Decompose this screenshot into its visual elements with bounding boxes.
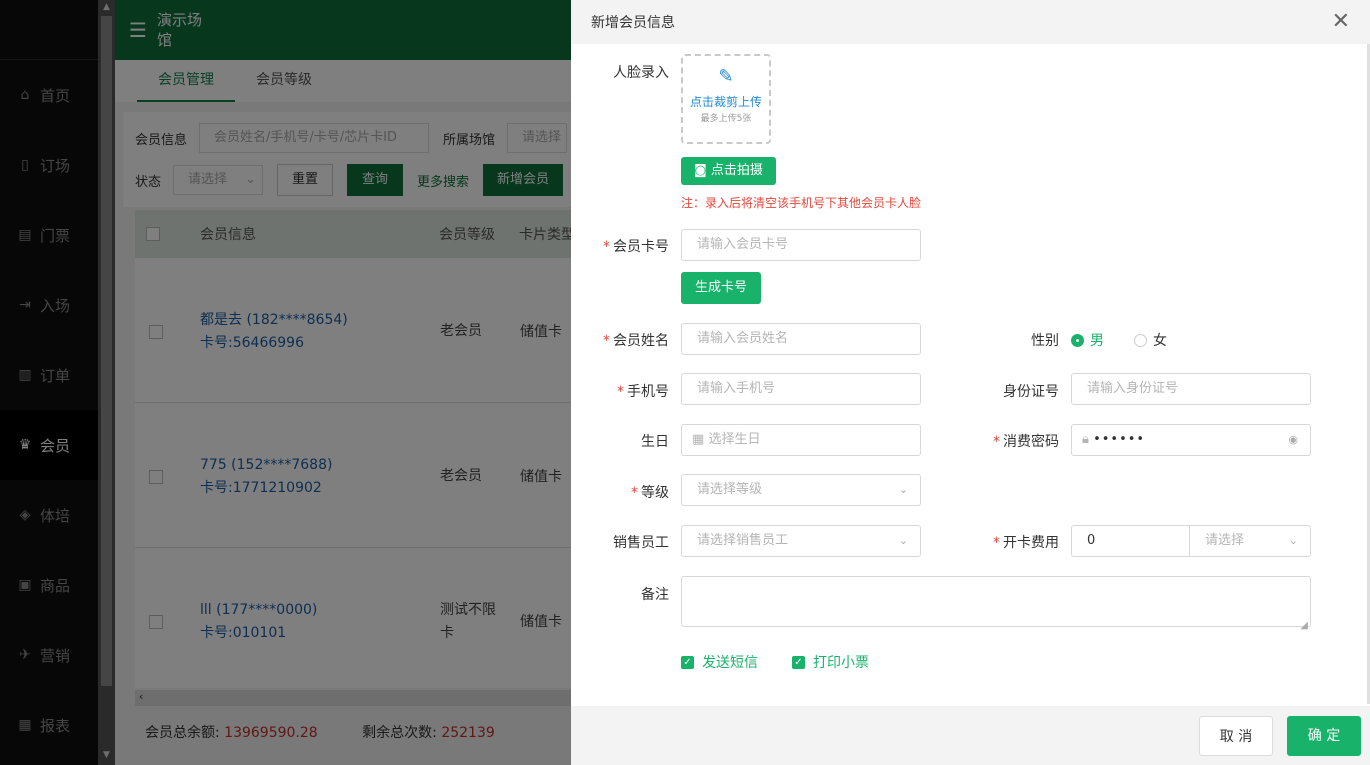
chevron-down-icon: ⌄ [1288,534,1298,547]
chevron-down-icon: ⌄ [898,483,908,496]
drawer-footer: 取 消 确 定 [571,706,1370,765]
card-no-input[interactable]: 请输入会员卡号 [681,229,921,261]
birthday-label: 生日 [641,434,669,450]
cancel-button[interactable]: 取 消 [1199,716,1273,756]
edit-icon: ✎ [718,66,734,87]
fee-unit-select[interactable]: 请选择 ⌄ [1189,525,1311,557]
eye-icon[interactable]: ◉ [1288,425,1298,455]
gender-male-radio[interactable]: 男 [1071,330,1104,350]
name-label: * 会员姓名 [603,333,669,349]
generate-card-button[interactable]: 生成卡号 [681,272,761,304]
chevron-down-icon: ⌄ [898,534,908,547]
face-upload-area[interactable]: ✎ 点击裁剪上传 最多上传5张 [681,54,771,144]
print-receipt-checkbox[interactable]: ✓ 打印小票 [792,652,869,672]
face-note: 注：录入后将清空该手机号下其他会员卡人脸 [681,196,922,210]
card-no-label: * 会员卡号 [603,239,669,255]
phone-label: * 手机号 [617,384,669,400]
lock-icon: 🔒︎ [1082,432,1089,447]
confirm-button[interactable]: 确 定 [1287,716,1361,756]
check-icon: ✓ [681,655,694,669]
phone-input[interactable]: 请输入手机号 [681,373,921,405]
camera-icon: ◙ [694,163,707,178]
check-icon: ✓ [792,655,805,669]
level-select[interactable]: 请选择等级 ⌄ [681,474,921,506]
drawer-header: 新增会员信息 [571,0,1370,44]
remark-textarea[interactable]: ◢ [681,576,1311,631]
drawer-title: 新增会员信息 [591,15,675,31]
name-input[interactable]: 请输入会员姓名 [681,323,921,355]
gender-label: 性别 [1031,333,1059,349]
fee-label: * 开卡费用 [993,535,1059,551]
fee-input[interactable]: 0 [1071,525,1190,557]
idcard-label: 身份证号 [1003,384,1059,400]
password-label: * 消费密码 [993,434,1059,450]
upload-sub-text: 最多上传5张 [700,114,752,124]
sales-label: 销售员工 [613,535,669,551]
send-sms-checkbox[interactable]: ✓ 发送短信 [681,652,758,672]
upload-main-text: 点击裁剪上传 [689,95,762,109]
calendar-icon: ▦ [692,432,705,447]
gender-female-radio[interactable]: 女 [1134,330,1167,350]
capture-button[interactable]: ◙ 点击拍摄 [681,157,776,185]
close-icon[interactable]: ✕ [1332,10,1350,34]
birthday-picker[interactable]: ▦ 选择生日 [681,424,921,456]
password-input[interactable]: 🔒︎ •••••• ◉ [1071,424,1311,456]
remark-label: 备注 [641,587,669,603]
idcard-input[interactable]: 请输入身份证号 [1071,373,1311,405]
add-member-drawer: 新增会员信息 ✕ 人脸录入 ✎ 点击裁剪上传 最多上传5张 ◙ 点击拍摄 注：录… [571,0,1370,765]
face-label: 人脸录入 [613,65,669,81]
level-label: * 等级 [631,485,669,501]
resize-handle-icon[interactable]: ◢ [1300,611,1308,641]
sales-select[interactable]: 请选择销售员工 ⌄ [681,525,921,557]
